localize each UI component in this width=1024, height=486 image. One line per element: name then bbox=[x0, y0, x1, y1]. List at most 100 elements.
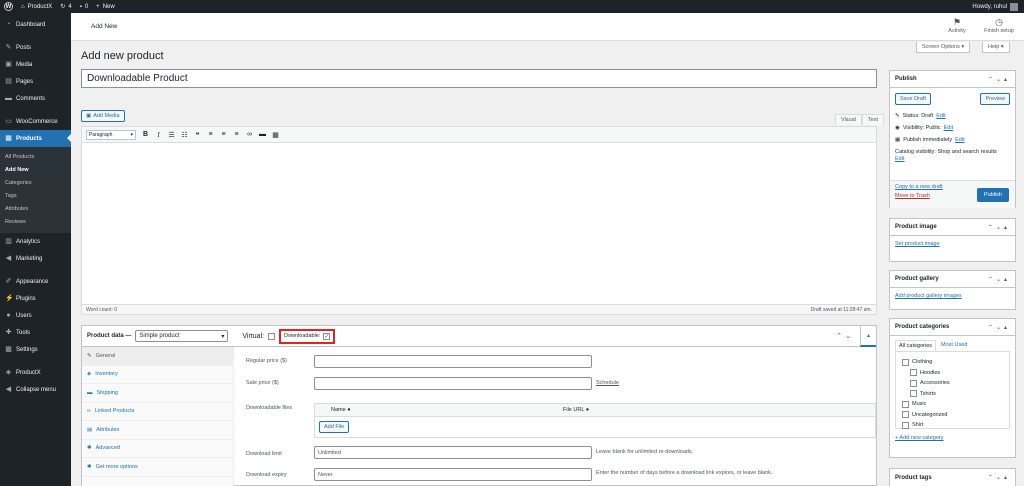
edit-status-link[interactable]: Edit bbox=[936, 113, 945, 119]
sidebar-item-productx[interactable]: ◈ ProductX bbox=[0, 364, 71, 381]
publish-button[interactable]: Publish bbox=[976, 188, 1009, 202]
tab-linked-products[interactable]: ∞ Linked Products bbox=[82, 403, 233, 421]
sidebar-item-comments[interactable]: ▬ Comments bbox=[0, 90, 71, 107]
category-item[interactable]: Clothing bbox=[902, 357, 1003, 368]
bold-icon[interactable]: B bbox=[142, 131, 149, 138]
panel-order-arrows[interactable]: ⌃⌄ bbox=[836, 332, 854, 340]
new-content-link[interactable]: + New bbox=[96, 4, 115, 10]
virtual-checkbox[interactable] bbox=[268, 332, 276, 340]
box-controls[interactable]: ⌃⌄▴ bbox=[988, 474, 1010, 481]
category-item[interactable]: Hoodies bbox=[902, 368, 1003, 379]
move-to-trash-link[interactable]: Move to Trash bbox=[895, 193, 930, 199]
edit-date-link[interactable]: Edit bbox=[955, 137, 964, 143]
tab-text[interactable]: Text bbox=[861, 114, 884, 125]
add-file-button[interactable]: Add File bbox=[319, 421, 350, 433]
box-controls[interactable]: ⌃⌄▴ bbox=[988, 76, 1010, 83]
download-expiry-input[interactable]: Never bbox=[314, 468, 592, 481]
tab-get-more-options[interactable]: ✱ Get more options bbox=[82, 458, 233, 477]
category-item[interactable]: Accessories bbox=[902, 378, 1003, 389]
sidebar-item-plugins[interactable]: ⚡ Plugins bbox=[0, 290, 71, 307]
sidebar-item-pages[interactable]: ▤ Pages bbox=[0, 73, 71, 90]
preview-button[interactable]: Preview bbox=[980, 93, 1010, 105]
toolbar-toggle-icon[interactable]: ▦ bbox=[272, 131, 279, 139]
download-limit-input[interactable]: Unlimited bbox=[314, 446, 592, 459]
sidebar-item-settings[interactable]: ▩ Settings bbox=[0, 341, 71, 358]
finish-setup-button[interactable]: ◷ Finish setup bbox=[984, 16, 1014, 34]
category-item[interactable]: Shirt bbox=[902, 420, 1003, 431]
sidebar-item-marketing[interactable]: ◀ Marketing bbox=[0, 250, 71, 267]
link-icon[interactable]: ∞ bbox=[246, 131, 253, 138]
submenu-all-products[interactable]: All Products bbox=[0, 151, 71, 164]
category-item[interactable]: Uncategorized bbox=[902, 410, 1003, 421]
submenu-add-new[interactable]: Add New bbox=[0, 164, 71, 177]
sidebar-item-tools[interactable]: ✚ Tools bbox=[0, 324, 71, 341]
tab-advanced[interactable]: ✱ Advanced bbox=[82, 440, 233, 458]
tab-attributes[interactable]: ▤ Attributes bbox=[82, 421, 233, 440]
bullet-list-icon[interactable]: ☰ bbox=[168, 131, 175, 139]
sidebar-item-posts[interactable]: ✎ Posts bbox=[0, 39, 71, 56]
sale-price-input[interactable] bbox=[314, 377, 592, 390]
set-product-image-link[interactable]: Set product image bbox=[895, 241, 940, 247]
sidebar-item-appearance[interactable]: ✐ Appearance bbox=[0, 273, 71, 290]
product-type-select[interactable]: Simple product ▾ bbox=[135, 330, 229, 342]
numbered-list-icon[interactable]: ☷ bbox=[181, 131, 188, 139]
product-title-input[interactable]: Downloadable Product bbox=[81, 69, 877, 88]
quote-icon[interactable]: ❝ bbox=[194, 131, 201, 139]
submenu-reviews[interactable]: Reviews bbox=[0, 216, 71, 229]
calendar-icon: ▦ bbox=[895, 137, 901, 143]
tab-most-used[interactable]: Most Used bbox=[941, 340, 967, 351]
tab-general[interactable]: ✎ General bbox=[82, 347, 233, 366]
category-item[interactable]: Music bbox=[902, 399, 1003, 410]
updates-link[interactable]: ↻ 4 bbox=[60, 3, 71, 11]
site-name-link[interactable]: ⌂ ProductX bbox=[21, 4, 52, 10]
sidebar-item-products[interactable]: ▦ Products bbox=[0, 130, 71, 147]
box-controls[interactable]: ⌃⌄▴ bbox=[988, 276, 1010, 283]
add-new-category-link[interactable]: + Add new category bbox=[895, 435, 1010, 441]
submenu-categories[interactable]: Categories bbox=[0, 177, 71, 190]
downloadable-highlight: Downloadable: ✓ bbox=[279, 328, 336, 344]
submenu-attributes[interactable]: Attributes bbox=[0, 203, 71, 216]
users-icon: ● bbox=[6, 312, 11, 319]
sidebar-item-users[interactable]: ● Users bbox=[0, 307, 71, 324]
box-controls[interactable]: ⌃⌄▴ bbox=[988, 324, 1010, 331]
help-button[interactable]: Help ▾ bbox=[982, 42, 1010, 53]
tab-inventory[interactable]: ◈ Inventory bbox=[82, 366, 233, 384]
activity-button[interactable]: ⚑ Activity bbox=[942, 16, 972, 34]
regular-price-input[interactable] bbox=[314, 355, 592, 368]
table-icon: ▤ bbox=[87, 426, 93, 433]
edit-visibility-link[interactable]: Edit bbox=[944, 125, 953, 131]
screen-options-button[interactable]: Screen Options ▾ bbox=[916, 42, 971, 53]
save-draft-button[interactable]: Save Draft bbox=[895, 93, 931, 105]
sidebar-item-analytics[interactable]: ▥ Analytics bbox=[0, 233, 71, 250]
tab-visual[interactable]: Visual bbox=[835, 114, 862, 125]
add-media-button[interactable]: ▣ Add Media bbox=[81, 110, 125, 122]
tab-all-categories[interactable]: All categories bbox=[895, 340, 937, 351]
editor-status-bar: Word count: 0 Draft saved at 11:28:47 am… bbox=[82, 304, 876, 314]
align-left-icon[interactable]: ≡ bbox=[207, 131, 214, 138]
toggle-panel-icon[interactable]: ▴ bbox=[860, 326, 876, 347]
align-right-icon[interactable]: ≡ bbox=[233, 131, 240, 138]
sidebar-item-woocommerce[interactable]: ▭ WooCommerce bbox=[0, 113, 71, 130]
product-image-box: Product image ⌃⌄▴ Set product image bbox=[889, 218, 1016, 262]
sidebar-item-media[interactable]: ▣ Media bbox=[0, 56, 71, 73]
wordpress-logo[interactable]: W bbox=[4, 2, 13, 11]
description-editor[interactable]: Paragraph ▾ B I ☰ ☷ ❝ ≡ ≡ ≡ ∞ ▬ ▦ Word co… bbox=[81, 126, 877, 315]
align-center-icon[interactable]: ≡ bbox=[220, 131, 227, 138]
italic-icon[interactable]: I bbox=[155, 131, 162, 139]
submenu-tags[interactable]: Tags bbox=[0, 190, 71, 203]
collapse-menu-button[interactable]: ◀ Collapse menu bbox=[0, 381, 71, 398]
schedule-link[interactable]: Schedule bbox=[596, 380, 619, 386]
box-controls[interactable]: ⌃⌄▴ bbox=[988, 224, 1010, 231]
edit-catalog-link[interactable]: Edit bbox=[895, 156, 904, 162]
megaphone-icon: ◀ bbox=[5, 255, 12, 262]
user-menu[interactable]: Howdy, ruhul bbox=[972, 0, 1018, 13]
more-tag-icon[interactable]: ▬ bbox=[259, 131, 266, 138]
category-item[interactable]: Tshirts bbox=[902, 389, 1003, 400]
tab-shipping[interactable]: ▬ Shipping bbox=[82, 384, 233, 403]
format-select[interactable]: Paragraph ▾ bbox=[86, 129, 136, 140]
flag-icon: ⚑ bbox=[952, 17, 962, 27]
comments-link[interactable]: ▪ 0 bbox=[80, 4, 88, 10]
sidebar-item-dashboard[interactable]: ◔ Dashboard bbox=[0, 16, 71, 33]
add-gallery-images-link[interactable]: Add product gallery images bbox=[895, 293, 962, 299]
downloadable-checkbox[interactable]: ✓ bbox=[323, 332, 331, 340]
